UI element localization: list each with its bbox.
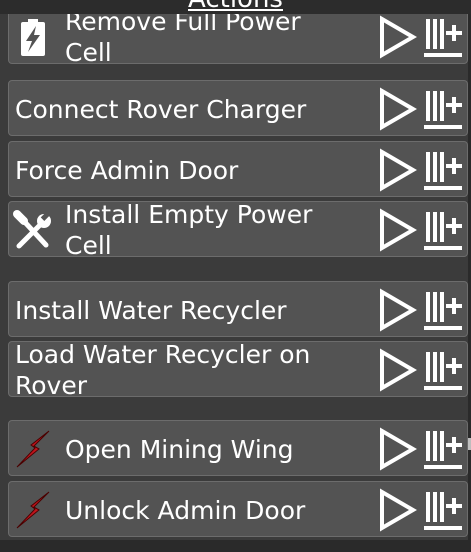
queue-add-button[interactable]	[420, 488, 464, 532]
action-label-line: Cell	[65, 38, 112, 67]
battery-bolt-icon	[13, 17, 53, 57]
queue-add-icon	[420, 19, 464, 63]
play-button[interactable]	[374, 288, 418, 332]
play-icon	[374, 15, 418, 63]
play-button[interactable]	[374, 427, 418, 471]
play-button[interactable]	[374, 488, 418, 532]
red-lightning-icon	[13, 490, 53, 530]
action-label: Open Mining Wing	[65, 421, 367, 477]
action-row[interactable]: Force Admin Door	[8, 141, 468, 197]
action-row[interactable]: Install Water Recycler	[8, 281, 468, 337]
queue-add-icon	[420, 492, 464, 536]
action-label-line: Connect Rover Charger	[15, 94, 307, 124]
action-label-line: Unlock Admin Door	[65, 495, 306, 525]
play-icon	[374, 208, 418, 256]
action-row[interactable]: Install Empty Power Cell	[8, 200, 468, 260]
action-label-line: Load Water Recycler on	[15, 340, 311, 369]
action-label-line: Install Water Recycler	[15, 295, 287, 325]
red-lightning-icon	[13, 429, 53, 469]
action-label-line: Force Admin Door	[15, 155, 239, 185]
action-label: Connect Rover Charger	[15, 81, 367, 137]
action-row[interactable]: Connect Rover Charger	[8, 80, 468, 136]
play-button[interactable]	[374, 148, 418, 192]
queue-add-button[interactable]	[420, 348, 464, 392]
actions-title: Actions	[0, 0, 471, 14]
action-row[interactable]: Unlock Admin Door	[8, 481, 468, 537]
play-icon	[374, 148, 418, 196]
action-row[interactable]: Remove Full Power Cell	[8, 7, 468, 67]
action-label-line: Cell	[65, 231, 112, 260]
action-label: Remove Full Power Cell	[65, 7, 367, 67]
play-icon	[374, 288, 418, 336]
play-button[interactable]	[374, 15, 418, 59]
queue-add-icon	[420, 431, 464, 475]
bottom-strip	[0, 540, 471, 552]
action-label: Install Empty Power Cell	[65, 200, 367, 260]
queue-add-button[interactable]	[420, 208, 464, 252]
queue-add-icon	[420, 91, 464, 135]
action-row[interactable]: Load Water Recycler on Rover	[8, 340, 468, 400]
queue-add-button[interactable]	[420, 15, 464, 59]
play-icon	[374, 427, 418, 475]
action-label-line: Rover	[15, 371, 87, 400]
wrench-screwdriver-icon	[13, 210, 53, 250]
action-label: Install Water Recycler	[15, 282, 367, 338]
queue-add-icon	[420, 352, 464, 396]
play-button[interactable]	[374, 348, 418, 392]
action-label: Force Admin Door	[15, 142, 367, 198]
action-label-line: Install Empty Power	[65, 200, 313, 229]
play-button[interactable]	[374, 208, 418, 252]
play-button[interactable]	[374, 87, 418, 131]
queue-add-button[interactable]	[420, 87, 464, 131]
actions-header: Actions	[0, 0, 471, 14]
play-icon	[374, 87, 418, 135]
queue-add-button[interactable]	[420, 288, 464, 332]
action-label: Unlock Admin Door	[65, 482, 367, 538]
action-list: Remove Full Power Cell Connect Rover Charg…	[0, 0, 471, 552]
queue-add-button[interactable]	[420, 148, 464, 192]
queue-add-icon	[420, 292, 464, 336]
queue-add-icon	[420, 212, 464, 256]
queue-add-icon	[420, 152, 464, 196]
play-icon	[374, 348, 418, 396]
play-icon	[374, 488, 418, 536]
queue-add-button[interactable]	[420, 427, 464, 471]
action-label-line: Open Mining Wing	[65, 434, 294, 464]
action-row[interactable]: Open Mining Wing	[8, 420, 468, 476]
action-label: Load Water Recycler on Rover	[15, 340, 367, 400]
